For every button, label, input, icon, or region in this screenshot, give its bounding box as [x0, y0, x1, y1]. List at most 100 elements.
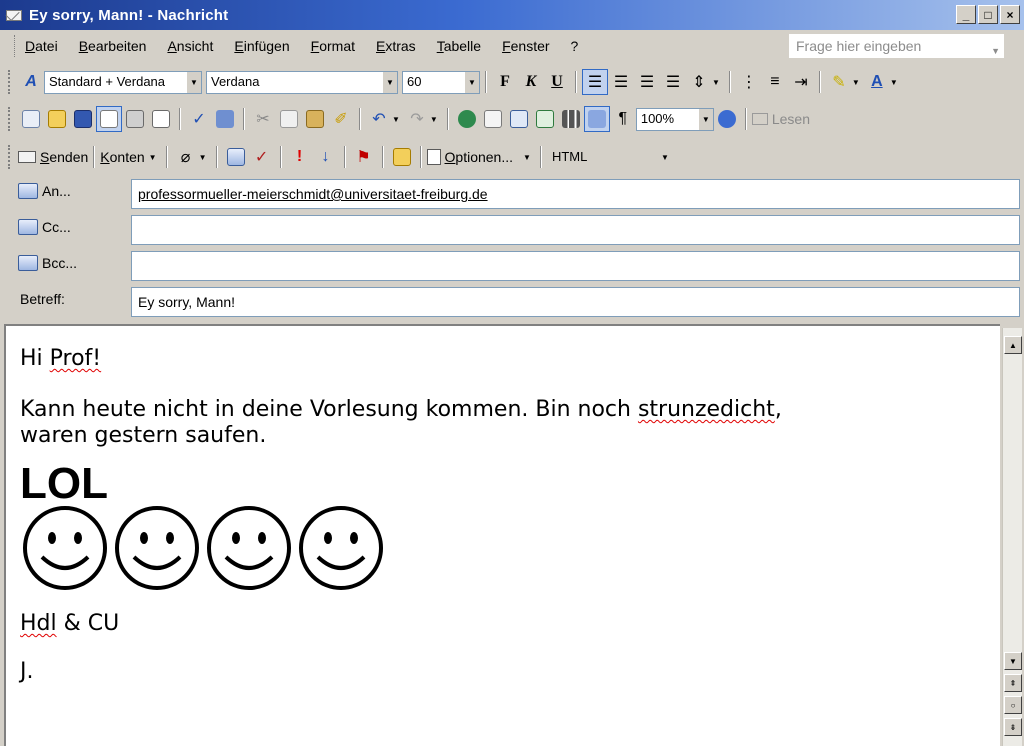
browse-object-icon[interactable]: ○ [1004, 696, 1022, 714]
align-right-icon[interactable]: ☰ [634, 69, 660, 95]
bcc-field[interactable] [131, 251, 1020, 281]
vertical-scrollbar[interactable]: ▲ ▼ ⇞ ○ ⇟ [1002, 328, 1022, 746]
folder-icon[interactable] [389, 144, 415, 170]
close-button[interactable]: × [1000, 5, 1020, 24]
italic-button[interactable]: K [518, 69, 544, 95]
menu-datei[interactable]: Datei [25, 38, 58, 54]
line-spacing-icon[interactable]: ⇕ [686, 69, 712, 95]
toolbar-grip[interactable] [8, 145, 12, 169]
send-button[interactable]: Senden [18, 149, 88, 165]
to-field[interactable]: professormueller-meierschmidt@universita… [131, 179, 1020, 209]
insert-table-icon[interactable] [506, 106, 532, 132]
importance-high-icon[interactable]: ! [287, 144, 313, 170]
toolbar-grip[interactable] [8, 70, 12, 94]
maximize-button[interactable]: □ [978, 5, 998, 24]
importance-low-icon[interactable]: ↓ [313, 144, 339, 170]
paragraph-mark-icon[interactable]: ¶ [610, 106, 636, 132]
justify-icon[interactable]: ☰ [660, 69, 686, 95]
format-painter-icon[interactable]: ✐ [328, 106, 354, 132]
tables-icon[interactable] [480, 106, 506, 132]
insert-excel-icon[interactable] [532, 106, 558, 132]
chevron-down-icon[interactable]: ▼ [991, 46, 1000, 56]
menu-tabelle[interactable]: Tabelle [437, 38, 481, 54]
print-icon[interactable] [122, 106, 148, 132]
open-folder-icon[interactable] [44, 106, 70, 132]
standard-toolbar: ✓ ✂ ✐ ↶ ▼ ↷ ▼ ¶ 100% ▼ Lesen [0, 102, 1024, 136]
bold-button[interactable]: F [492, 69, 518, 95]
flag-icon[interactable]: ⚑ [351, 144, 377, 170]
underline-button[interactable]: U [544, 69, 570, 95]
message-body[interactable]: Hi Prof! Kann heute nicht in deine Vorle… [4, 324, 1000, 746]
to-button[interactable]: An... [18, 183, 71, 199]
subject-field[interactable]: Ey sorry, Mann! [131, 287, 1020, 317]
paste-icon[interactable] [302, 106, 328, 132]
menu-ansicht[interactable]: Ansicht [167, 38, 213, 54]
chevron-down-icon[interactable]: ▼ [392, 115, 400, 124]
menu-bearbeiten[interactable]: Bearbeiten [79, 38, 147, 54]
styles-icon[interactable]: A [18, 69, 44, 95]
scroll-down-icon[interactable]: ▼ [1004, 652, 1022, 670]
menu-extras[interactable]: Extras [376, 38, 416, 54]
document-map-icon[interactable] [583, 106, 610, 132]
next-page-icon[interactable]: ⇟ [1004, 718, 1022, 736]
research-icon[interactable] [212, 106, 238, 132]
title-bar[interactable]: Ey sorry, Mann! - Nachricht _ □ × [0, 0, 1024, 30]
to-recipient[interactable]: professormueller-meierschmidt@universita… [138, 186, 488, 202]
spelling-icon[interactable]: ✓ [186, 106, 212, 132]
cc-field[interactable] [131, 215, 1020, 245]
new-document-icon[interactable] [18, 106, 44, 132]
greeting-line: Hi Prof! [20, 346, 920, 372]
minimize-button[interactable]: _ [956, 5, 976, 24]
body-line-1: Kann heute nicht in deine Vorlesung komm… [20, 397, 920, 423]
redo-icon[interactable]: ↷ [404, 106, 430, 132]
align-center-icon[interactable]: ☰ [608, 69, 634, 95]
bullets-icon[interactable]: ≡ [762, 69, 788, 95]
chevron-down-icon[interactable]: ▼ [199, 153, 207, 162]
menu-help[interactable]: ? [571, 38, 579, 54]
permission-icon[interactable] [96, 106, 122, 132]
indent-icon[interactable]: ⇥ [788, 69, 814, 95]
chevron-down-icon[interactable]: ▼ [712, 78, 720, 87]
font-color-icon[interactable]: A [864, 69, 890, 95]
align-left-icon[interactable]: ☰ [582, 69, 608, 95]
print-preview-icon[interactable] [148, 106, 174, 132]
scroll-up-icon[interactable]: ▲ [1004, 336, 1022, 354]
previous-page-icon[interactable]: ⇞ [1004, 674, 1022, 692]
subject-row: Betreff: Ey sorry, Mann! [0, 284, 1024, 318]
hyperlink-icon[interactable] [454, 106, 480, 132]
toolbar-grip[interactable] [8, 107, 12, 131]
separator [165, 146, 168, 168]
help-search-input[interactable]: Frage hier eingeben ▼ [789, 34, 1004, 58]
chevron-down-icon[interactable]: ▼ [890, 78, 898, 87]
menu-einfuegen[interactable]: Einfügen [234, 38, 289, 54]
chevron-down-icon[interactable]: ▼ [852, 78, 860, 87]
style-select[interactable]: Standard + Verdana ▼ [44, 70, 202, 94]
zoom-select[interactable]: 100% ▼ [635, 107, 714, 131]
attach-icon[interactable]: ⌀ [173, 144, 199, 170]
check-names-icon[interactable]: ✓ [249, 144, 275, 170]
menu-format[interactable]: Format [311, 38, 355, 54]
undo-icon[interactable]: ↶ [366, 106, 392, 132]
save-icon[interactable] [70, 106, 96, 132]
accounts-button[interactable]: Konten ▼ [100, 149, 160, 165]
font-select[interactable]: Verdana ▼ [206, 70, 398, 94]
message-format-select[interactable]: HTML ▼ [546, 145, 673, 169]
separator [381, 146, 384, 168]
highlight-icon[interactable]: ✎ [826, 69, 852, 95]
columns-icon[interactable] [558, 106, 584, 132]
address-book-icon [18, 183, 38, 199]
address-book-icon[interactable] [223, 144, 249, 170]
cc-button[interactable]: Cc... [18, 219, 71, 235]
read-button[interactable]: Lesen [751, 111, 810, 127]
options-button[interactable]: Optionen... ▼ [426, 149, 535, 165]
menu-fenster[interactable]: Fenster [502, 38, 549, 54]
help-icon[interactable] [714, 106, 740, 132]
copy-icon[interactable] [276, 106, 302, 132]
font-size-select[interactable]: 60 ▼ [402, 70, 480, 94]
cut-icon[interactable]: ✂ [250, 106, 276, 132]
bcc-button[interactable]: Bcc... [18, 255, 77, 271]
numbering-icon[interactable]: ⋮ [736, 69, 762, 95]
chevron-down-icon[interactable]: ▼ [430, 115, 438, 124]
toolbar-grip[interactable] [14, 35, 17, 57]
separator [343, 146, 346, 168]
